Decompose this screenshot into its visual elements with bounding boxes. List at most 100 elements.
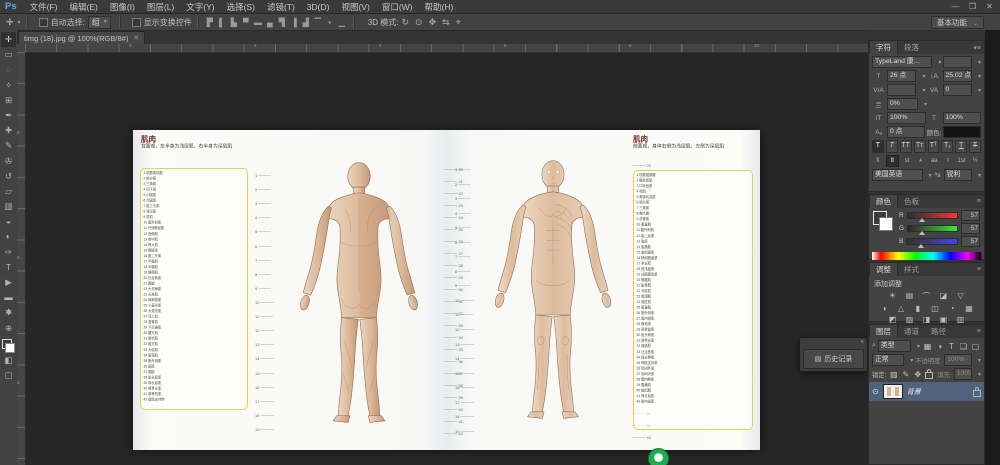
chevron-down-icon[interactable]: ▾ xyxy=(917,343,920,350)
layer-visibility-eye-icon[interactable]: ⊙ xyxy=(872,387,879,396)
align-left-edges-icon[interactable]: ▛ xyxy=(205,18,214,27)
crop-tool[interactable]: ⊞ xyxy=(1,93,16,108)
ligatures-icon[interactable]: fi xyxy=(872,156,884,166)
underline-icon[interactable]: T xyxy=(955,140,967,153)
screen-mode-button[interactable]: ▢ xyxy=(1,368,16,383)
distribute-right-icon[interactable]: ▁ xyxy=(337,18,346,27)
fractions-icon[interactable]: ½ xyxy=(969,156,981,166)
menu-item[interactable]: 编辑(E) xyxy=(63,2,103,12)
3d-roll-icon[interactable]: ⊙ xyxy=(415,17,423,27)
chevron-down-icon[interactable]: ▾ xyxy=(978,172,981,179)
text-color-swatch[interactable] xyxy=(943,126,981,138)
menu-item[interactable]: 文件(F) xyxy=(24,2,64,12)
font-family-select[interactable]: TypeLand 康… xyxy=(872,56,932,68)
tracking-input[interactable]: 0 xyxy=(943,84,972,96)
channel-mixer-icon[interactable]: ◔ xyxy=(947,304,958,313)
chevron-down-icon[interactable]: ▾ xyxy=(929,172,932,179)
panel-tab[interactable]: 调整 xyxy=(869,262,898,276)
discretionary-ligatures-icon[interactable]: st xyxy=(901,156,913,166)
document-tab[interactable]: timg (18).jpg @ 100%(RGB/8#) ✕ xyxy=(18,31,145,45)
panel-menu-icon[interactable]: ≡ xyxy=(977,328,981,335)
brightness-contrast-icon[interactable]: ☀ xyxy=(887,291,898,302)
menu-item[interactable]: 图像(I) xyxy=(104,2,141,12)
menu-item[interactable]: 窗口(W) xyxy=(376,2,419,12)
menu-item[interactable]: 文字(Y) xyxy=(180,2,220,12)
type-tool[interactable]: T xyxy=(1,260,16,275)
filter-pixel-icon[interactable]: ▦ xyxy=(922,342,933,351)
3d-pan-icon[interactable]: ✥ xyxy=(429,17,437,27)
align-top-edges-icon[interactable]: ▀ xyxy=(241,18,250,27)
marquee-tool[interactable]: ▭ xyxy=(1,47,16,62)
eyedropper-tool[interactable]: ✒ xyxy=(1,108,16,123)
chevron-down-icon[interactable]: ▾ xyxy=(924,101,927,108)
menu-item[interactable]: 3D(D) xyxy=(301,2,336,12)
fill-input[interactable]: 100% xyxy=(954,368,972,380)
color-balance-icon[interactable]: △ xyxy=(896,304,907,313)
leading-input[interactable]: 25.02 点 xyxy=(943,70,972,82)
red-value[interactable]: 57 xyxy=(961,210,980,221)
vibrance-icon[interactable]: ▽ xyxy=(955,291,966,302)
photo-filter-icon[interactable]: ◫ xyxy=(930,304,941,313)
auto-select-checkbox[interactable] xyxy=(39,18,48,27)
gradient-map-icon[interactable]: ▣ xyxy=(938,315,949,324)
horizontal-ruler[interactable]: 0246810 xyxy=(25,44,868,53)
tool-preset-chevron-icon[interactable]: ▾ xyxy=(18,19,21,26)
blue-value[interactable]: 57 xyxy=(961,236,980,247)
chevron-down-icon[interactable]: ▾ xyxy=(978,357,981,364)
gradient-tool[interactable]: ▥ xyxy=(1,199,16,214)
pen-tool[interactable]: ✑ xyxy=(1,245,16,260)
menu-item[interactable]: 图层(L) xyxy=(141,2,180,12)
filter-adjustment-icon[interactable]: ◑ xyxy=(934,342,945,351)
vertical-scale-input[interactable]: 100% xyxy=(887,112,926,124)
dodge-tool[interactable]: ◐ xyxy=(1,229,16,244)
chevron-down-icon[interactable]: ▾ xyxy=(978,59,981,66)
distribute-top-icon[interactable]: ▜ xyxy=(277,18,286,27)
chevron-down-icon[interactable]: ▾ xyxy=(910,357,913,364)
language-select[interactable]: 美国英语 xyxy=(872,169,923,181)
align-vcenter-icon[interactable]: ▬ xyxy=(253,18,262,27)
panel-tab[interactable]: 路径 xyxy=(925,325,952,338)
chevron-down-icon[interactable]: ▾ xyxy=(978,371,981,378)
show-transform-checkbox[interactable] xyxy=(132,18,141,27)
black-white-icon[interactable]: ▮ xyxy=(913,304,924,313)
curves-icon[interactable]: ⌒ xyxy=(921,291,932,302)
menu-item[interactable]: 视图(V) xyxy=(335,2,375,12)
3d-zoom-icon[interactable]: ⌖ xyxy=(456,17,461,27)
chevron-down-icon[interactable]: ▾ xyxy=(978,87,981,94)
path-selection-tool[interactable]: ▶ xyxy=(1,275,16,290)
panel-tab[interactable]: 颜色 xyxy=(869,194,898,208)
blend-mode-select[interactable]: 正常 xyxy=(872,354,904,366)
workspace-switcher-button[interactable]: 基本功能 ⌄ xyxy=(931,16,984,29)
posterize-icon[interactable]: ▨ xyxy=(904,315,915,324)
align-right-edges-icon[interactable]: ▙ xyxy=(229,18,238,27)
small-caps-icon[interactable]: Tᴛ xyxy=(914,140,926,153)
collapse-panel-icon[interactable]: « xyxy=(861,339,864,345)
filter-smartobject-icon[interactable]: ▢ xyxy=(970,342,981,351)
lasso-tool[interactable]: ◌ xyxy=(1,62,16,77)
clone-stamp-tool[interactable]: ✇ xyxy=(1,154,16,169)
healing-brush-tool[interactable]: ✚ xyxy=(1,123,16,138)
auto-select-dropdown[interactable]: 组 ▾ xyxy=(88,16,111,29)
swash-icon[interactable]: ᴀ xyxy=(915,156,927,166)
hand-tool[interactable]: ✱ xyxy=(1,305,16,320)
chevron-down-icon[interactable]: ▾ xyxy=(978,73,981,80)
panel-tab[interactable]: 色板 xyxy=(898,195,925,208)
distribute-vcenter-icon[interactable]: ▐ xyxy=(289,18,298,27)
history-brush-tool[interactable]: ↺ xyxy=(1,169,16,184)
blur-tool[interactable]: ◒ xyxy=(1,214,16,229)
tab-close-icon[interactable]: ✕ xyxy=(133,33,139,45)
panel-tab[interactable]: 图层 xyxy=(869,324,898,338)
menu-item[interactable]: 滤镜(T) xyxy=(261,2,301,12)
kerning-input[interactable] xyxy=(887,84,916,96)
contextual-alternates-icon[interactable]: ſt xyxy=(886,155,900,167)
eraser-tool[interactable]: ▱ xyxy=(1,184,16,199)
stylistic-alternates-icon[interactable]: aa xyxy=(929,156,941,166)
color-swatches[interactable] xyxy=(2,339,15,353)
layer-row-background[interactable]: ⊙ 背景 xyxy=(869,382,984,401)
baseline-shift-input[interactable]: 0 点 xyxy=(887,126,925,138)
panel-tab[interactable]: 字符 xyxy=(869,40,898,54)
3d-rotate-icon[interactable]: ↻ xyxy=(401,17,409,27)
distribute-hcenter-icon[interactable]: ▪ xyxy=(325,18,334,27)
lock-image-icon[interactable]: ✎ xyxy=(900,370,911,379)
anti-alias-select[interactable]: 锐利 xyxy=(944,169,972,181)
